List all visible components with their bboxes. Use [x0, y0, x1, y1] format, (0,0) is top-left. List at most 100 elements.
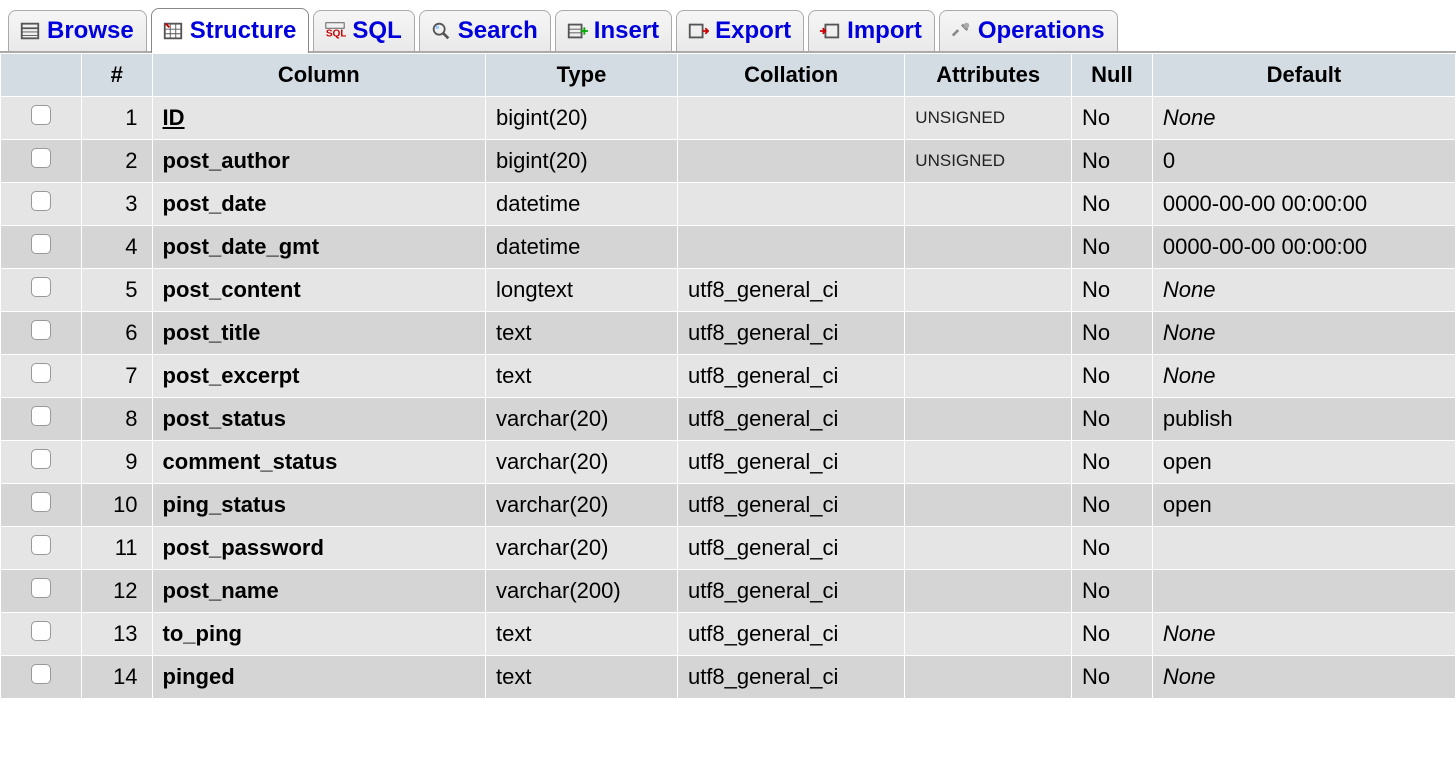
tab-search[interactable]: Search [419, 10, 551, 51]
tab-import[interactable]: Import [808, 10, 935, 51]
tab-sql[interactable]: SQLSQL [313, 10, 414, 51]
column-name[interactable]: post_password [152, 527, 485, 570]
column-attributes [905, 269, 1072, 312]
column-name[interactable]: post_title [152, 312, 485, 355]
row-checkbox[interactable] [31, 492, 51, 512]
row-checkbox[interactable] [31, 105, 51, 125]
row-checkbox[interactable] [31, 664, 51, 684]
row-checkbox[interactable] [31, 191, 51, 211]
column-collation: utf8_general_ci [677, 312, 904, 355]
browse-icon [19, 20, 41, 42]
column-null: No [1072, 527, 1153, 570]
table-row: 10ping_statusvarchar(20)utf8_general_ciN… [1, 484, 1456, 527]
row-number: 2 [81, 140, 152, 183]
svg-text:SQL: SQL [326, 29, 346, 40]
column-name[interactable]: post_content [152, 269, 485, 312]
column-type: bigint(20) [485, 140, 677, 183]
row-checkbox[interactable] [31, 621, 51, 641]
row-number: 1 [81, 97, 152, 140]
tab-export[interactable]: Export [676, 10, 804, 51]
column-default: open [1152, 441, 1455, 484]
row-checkbox[interactable] [31, 578, 51, 598]
column-name[interactable]: ping_status [152, 484, 485, 527]
row-checkbox[interactable] [31, 320, 51, 340]
table-row: 6post_titletextutf8_general_ciNoNone [1, 312, 1456, 355]
column-null: No [1072, 570, 1153, 613]
table-body: 1IDbigint(20)UNSIGNEDNoNone2post_authorb… [1, 97, 1456, 699]
table-row: 1IDbigint(20)UNSIGNEDNoNone [1, 97, 1456, 140]
column-name[interactable]: pinged [152, 656, 485, 699]
column-null: No [1072, 183, 1153, 226]
header-attributes: Attributes [905, 54, 1072, 97]
column-collation [677, 226, 904, 269]
column-attributes [905, 441, 1072, 484]
column-name[interactable]: to_ping [152, 613, 485, 656]
column-attributes: UNSIGNED [905, 97, 1072, 140]
column-name[interactable]: post_date_gmt [152, 226, 485, 269]
row-checkbox[interactable] [31, 234, 51, 254]
column-name[interactable]: post_name [152, 570, 485, 613]
column-type: varchar(20) [485, 484, 677, 527]
column-default: None [1152, 656, 1455, 699]
row-checkbox-cell [1, 97, 82, 140]
row-checkbox[interactable] [31, 406, 51, 426]
tab-label: Import [847, 17, 922, 45]
tab-insert[interactable]: Insert [555, 10, 672, 51]
export-icon [687, 20, 709, 42]
column-null: No [1072, 441, 1153, 484]
column-name[interactable]: post_date [152, 183, 485, 226]
column-attributes [905, 312, 1072, 355]
column-attributes [905, 656, 1072, 699]
column-default: publish [1152, 398, 1455, 441]
table-row: 14pingedtextutf8_general_ciNoNone [1, 656, 1456, 699]
column-null: No [1072, 656, 1153, 699]
row-checkbox[interactable] [31, 363, 51, 383]
column-default: None [1152, 312, 1455, 355]
column-collation: utf8_general_ci [677, 570, 904, 613]
column-null: No [1072, 97, 1153, 140]
row-checkbox-cell [1, 441, 82, 484]
column-name[interactable]: post_status [152, 398, 485, 441]
row-number: 12 [81, 570, 152, 613]
row-number: 9 [81, 441, 152, 484]
tab-label: Insert [594, 17, 659, 45]
column-attributes [905, 398, 1072, 441]
column-name[interactable]: post_author [152, 140, 485, 183]
column-attributes [905, 570, 1072, 613]
column-name[interactable]: post_excerpt [152, 355, 485, 398]
row-checkbox[interactable] [31, 148, 51, 168]
row-number: 3 [81, 183, 152, 226]
column-type: varchar(20) [485, 398, 677, 441]
header-num: # [81, 54, 152, 97]
row-checkbox-cell [1, 312, 82, 355]
row-checkbox[interactable] [31, 277, 51, 297]
tab-label: Search [458, 17, 538, 45]
table-row: 13to_pingtextutf8_general_ciNoNone [1, 613, 1456, 656]
structure-icon [162, 20, 184, 42]
column-null: No [1072, 140, 1153, 183]
row-checkbox-cell [1, 269, 82, 312]
row-checkbox-cell [1, 140, 82, 183]
column-collation: utf8_general_ci [677, 527, 904, 570]
row-number: 4 [81, 226, 152, 269]
column-null: No [1072, 355, 1153, 398]
tab-structure[interactable]: Structure [151, 8, 310, 53]
table-row: 8post_statusvarchar(20)utf8_general_ciNo… [1, 398, 1456, 441]
search-icon [430, 20, 452, 42]
row-checkbox[interactable] [31, 449, 51, 469]
row-checkbox[interactable] [31, 535, 51, 555]
tab-browse[interactable]: Browse [8, 10, 147, 51]
column-default: None [1152, 269, 1455, 312]
column-name[interactable]: ID [152, 97, 485, 140]
column-name[interactable]: comment_status [152, 441, 485, 484]
row-number: 10 [81, 484, 152, 527]
column-attributes [905, 527, 1072, 570]
table-row: 3post_datedatetimeNo0000-00-00 00:00:00 [1, 183, 1456, 226]
row-checkbox-cell [1, 355, 82, 398]
import-icon [819, 20, 841, 42]
row-number: 11 [81, 527, 152, 570]
column-collation: utf8_general_ci [677, 441, 904, 484]
column-type: bigint(20) [485, 97, 677, 140]
table-row: 4post_date_gmtdatetimeNo0000-00-00 00:00… [1, 226, 1456, 269]
tab-operations[interactable]: Operations [939, 10, 1118, 51]
